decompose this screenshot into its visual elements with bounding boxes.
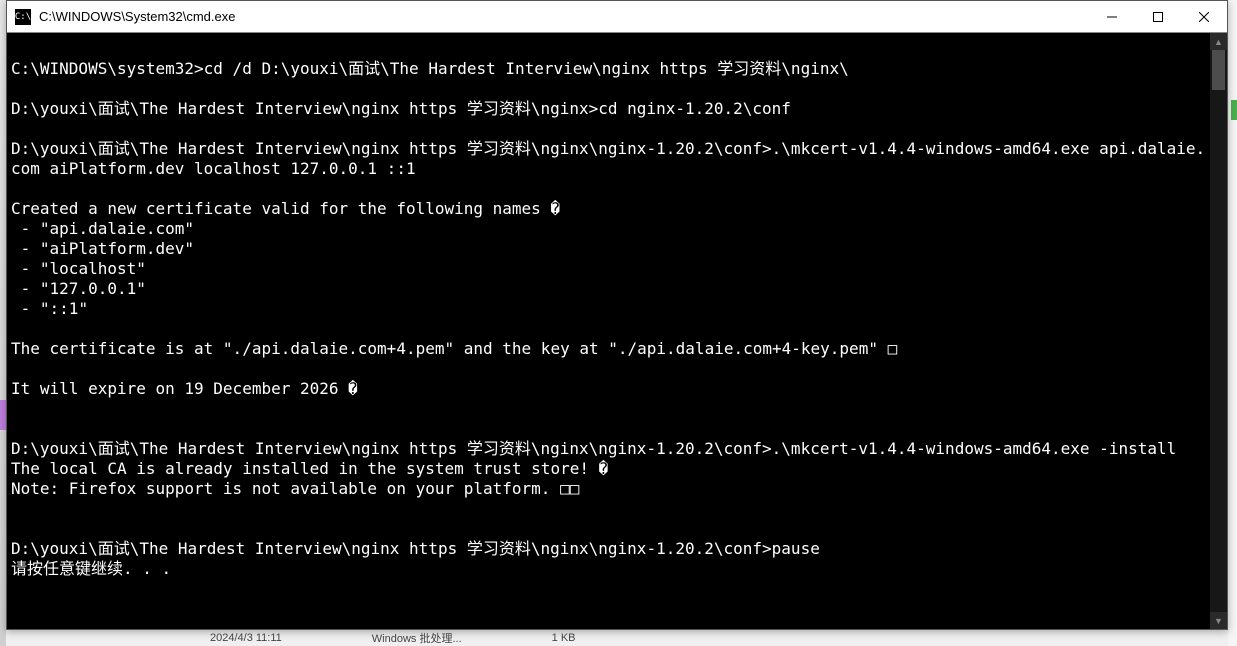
maximize-button[interactable] [1135, 1, 1181, 32]
close-icon [1199, 12, 1209, 22]
background-filetype: Windows 批处理... [372, 630, 462, 646]
cmd-window: C:\ C:\WINDOWS\System32\cmd.exe C:\WINDO… [6, 0, 1228, 630]
window-title: C:\WINDOWS\System32\cmd.exe [39, 9, 1089, 24]
vertical-scrollbar[interactable]: ▲ ▼ [1210, 33, 1227, 629]
close-button[interactable] [1181, 1, 1227, 32]
window-controls [1089, 1, 1227, 32]
scrollbar-thumb[interactable] [1212, 50, 1225, 90]
scroll-up-button[interactable]: ▲ [1210, 33, 1227, 50]
terminal-body[interactable]: C:\WINDOWS\system32>cd /d D:\youxi\面试\Th… [7, 33, 1227, 629]
background-right-edge [1228, 0, 1237, 646]
cmd-icon: C:\ [15, 9, 31, 25]
background-file-row: 2024/4/3 11:11 Windows 批处理... 1 KB [0, 630, 1237, 646]
scrollbar-track[interactable] [1210, 50, 1227, 612]
background-accent-right [1231, 100, 1237, 120]
maximize-icon [1153, 12, 1163, 22]
scroll-down-button[interactable]: ▼ [1210, 612, 1227, 629]
background-date: 2024/4/3 11:11 [210, 632, 282, 644]
minimize-button[interactable] [1089, 1, 1135, 32]
minimize-icon [1107, 12, 1117, 22]
background-size: 1 KB [552, 632, 576, 644]
titlebar[interactable]: C:\ C:\WINDOWS\System32\cmd.exe [7, 1, 1227, 33]
terminal-output[interactable]: C:\WINDOWS\system32>cd /d D:\youxi\面试\Th… [7, 33, 1210, 629]
